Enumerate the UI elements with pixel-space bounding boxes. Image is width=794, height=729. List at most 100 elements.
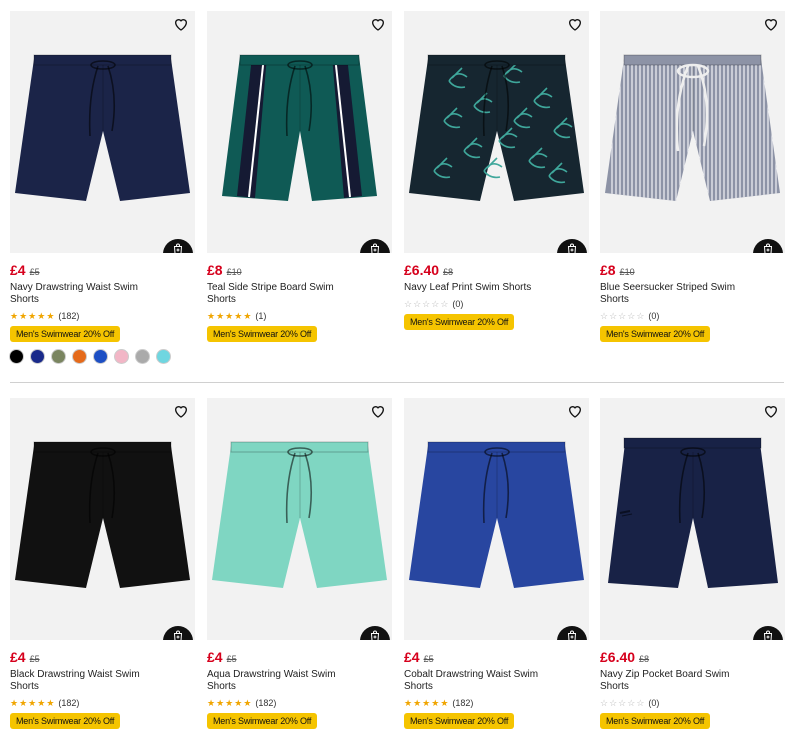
product-card[interactable]: Add £4 £5 Cobalt Drawstring Waist Swim S… xyxy=(404,398,589,729)
star-icon: ☆ xyxy=(431,299,440,309)
product-card[interactable]: Add £4 £5 Black Drawstring Waist Swim Sh… xyxy=(10,398,195,729)
price-row: £8 £10 xyxy=(207,262,392,279)
star-icon: ★ xyxy=(37,311,46,321)
promo-badge[interactable]: Men's Swimwear 20% Off xyxy=(10,713,121,729)
colour-swatch[interactable] xyxy=(136,350,149,363)
promo-badge[interactable]: Men's Swimwear 20% Off xyxy=(600,713,711,729)
product-image[interactable]: Add xyxy=(600,11,785,253)
product-name[interactable]: Black Drawstring Waist Swim Shorts xyxy=(10,669,160,693)
colour-swatch[interactable] xyxy=(115,350,128,363)
product-card[interactable]: Add £4 £5 Aqua Drawstring Waist Swim Sho… xyxy=(207,398,392,729)
product-card[interactable]: Add £8 £10 Blue Seersucker Striped Swim … xyxy=(600,11,785,342)
rating: ★ ★ ★ ★ ★ (182) xyxy=(207,697,392,709)
wishlist-heart-icon[interactable] xyxy=(567,16,583,32)
wishlist-heart-icon[interactable] xyxy=(763,16,779,32)
price-row: £6.40 £8 xyxy=(404,262,589,279)
colour-swatch[interactable] xyxy=(157,350,170,363)
star-icon: ☆ xyxy=(422,299,431,309)
product-image[interactable]: Add xyxy=(404,11,589,253)
star-rating: ☆ ☆ ☆ ☆ ☆ xyxy=(600,311,644,321)
star-rating: ☆ ☆ ☆ ☆ ☆ xyxy=(600,698,644,708)
product-card[interactable]: Add £6.40 £8 Navy Zip Pocket Board Swim … xyxy=(600,398,785,729)
star-icon: ★ xyxy=(225,311,234,321)
product-card[interactable]: Add £4 £5 Navy Drawstring Waist Swim Sho… xyxy=(10,11,195,363)
star-rating: ★ ★ ★ ★ ★ xyxy=(10,698,54,708)
promo-badge[interactable]: Men's Swimwear 20% Off xyxy=(600,326,711,342)
wishlist-heart-icon[interactable] xyxy=(173,16,189,32)
product-image[interactable]: Add xyxy=(10,398,195,640)
promo-badge[interactable]: Men's Swimwear 20% Off xyxy=(404,713,515,729)
rating: ★ ★ ★ ★ ★ (182) xyxy=(10,310,195,322)
star-icon: ★ xyxy=(19,311,28,321)
product-image[interactable]: Add xyxy=(10,11,195,253)
bag-plus-icon xyxy=(567,630,577,640)
bag-plus-icon xyxy=(173,243,183,253)
current-price: £4 xyxy=(10,649,26,665)
star-icon: ★ xyxy=(234,311,243,321)
product-name[interactable]: Cobalt Drawstring Waist Swim Shorts xyxy=(404,669,554,693)
price-row: £4 £5 xyxy=(10,262,195,279)
price-row: £4 £5 xyxy=(404,649,589,666)
promo-badge[interactable]: Men's Swimwear 20% Off xyxy=(10,326,121,342)
promo-badge[interactable]: Men's Swimwear 20% Off xyxy=(207,713,318,729)
colour-swatch[interactable] xyxy=(10,350,23,363)
star-icon: ★ xyxy=(19,698,28,708)
star-rating: ★ ★ ★ ★ ★ xyxy=(207,698,251,708)
product-name[interactable]: Navy Zip Pocket Board Swim Shorts xyxy=(600,669,750,693)
star-icon: ★ xyxy=(413,698,422,708)
star-icon: ☆ xyxy=(440,299,449,309)
product-name[interactable]: Blue Seersucker Striped Swim Shorts xyxy=(600,282,750,306)
wishlist-heart-icon[interactable] xyxy=(763,403,779,419)
wishlist-heart-icon[interactable] xyxy=(370,16,386,32)
product-name[interactable]: Navy Drawstring Waist Swim Shorts xyxy=(10,282,160,306)
product-name[interactable]: Navy Leaf Print Swim Shorts xyxy=(404,282,554,294)
was-price: £10 xyxy=(226,267,242,277)
current-price: £6.40 xyxy=(600,649,636,665)
review-count: (0) xyxy=(648,698,660,708)
colour-swatch[interactable] xyxy=(52,350,65,363)
bag-plus-icon xyxy=(763,630,773,640)
bag-plus-icon xyxy=(763,243,773,253)
rating: ☆ ☆ ☆ ☆ ☆ (0) xyxy=(600,697,785,709)
promo-badge[interactable]: Men's Swimwear 20% Off xyxy=(207,326,318,342)
was-price: £5 xyxy=(423,654,434,664)
colour-swatch[interactable] xyxy=(94,350,107,363)
was-price: £8 xyxy=(443,267,454,277)
product-image[interactable]: Add xyxy=(207,398,392,640)
wishlist-heart-icon[interactable] xyxy=(173,403,189,419)
star-icon: ★ xyxy=(10,698,19,708)
product-card[interactable]: Add £6.40 £8 Navy Leaf Print Swim Shorts… xyxy=(404,11,589,330)
row-divider xyxy=(10,382,784,383)
star-icon: ★ xyxy=(440,698,449,708)
promo-badge[interactable]: Men's Swimwear 20% Off xyxy=(404,314,515,330)
colour-swatch[interactable] xyxy=(73,350,86,363)
star-icon: ★ xyxy=(431,698,440,708)
was-price: £8 xyxy=(639,654,650,664)
product-image[interactable]: Add xyxy=(207,11,392,253)
star-icon: ☆ xyxy=(627,311,636,321)
star-icon: ★ xyxy=(234,698,243,708)
star-icon: ★ xyxy=(207,311,216,321)
product-name[interactable]: Teal Side Stripe Board Swim Shorts xyxy=(207,282,357,306)
star-icon: ☆ xyxy=(609,698,618,708)
rating: ☆ ☆ ☆ ☆ ☆ (0) xyxy=(404,298,589,310)
product-card[interactable]: Add £8 £10 Teal Side Stripe Board Swim S… xyxy=(207,11,392,342)
review-count: (182) xyxy=(255,698,277,708)
star-icon: ★ xyxy=(404,698,413,708)
colour-swatch[interactable] xyxy=(31,350,44,363)
wishlist-heart-icon[interactable] xyxy=(370,403,386,419)
star-icon: ★ xyxy=(422,698,431,708)
wishlist-heart-icon[interactable] xyxy=(567,403,583,419)
rating: ★ ★ ★ ★ ★ (1) xyxy=(207,310,392,322)
star-icon: ☆ xyxy=(636,311,645,321)
star-icon: ☆ xyxy=(618,698,627,708)
product-name[interactable]: Aqua Drawstring Waist Swim Shorts xyxy=(207,669,357,693)
star-icon: ☆ xyxy=(600,698,609,708)
product-image[interactable]: Add xyxy=(600,398,785,640)
star-icon: ☆ xyxy=(627,698,636,708)
was-price: £5 xyxy=(226,654,237,664)
star-icon: ☆ xyxy=(413,299,422,309)
star-rating: ★ ★ ★ ★ ★ xyxy=(10,311,54,321)
product-image[interactable]: Add xyxy=(404,398,589,640)
bag-plus-icon xyxy=(370,630,380,640)
